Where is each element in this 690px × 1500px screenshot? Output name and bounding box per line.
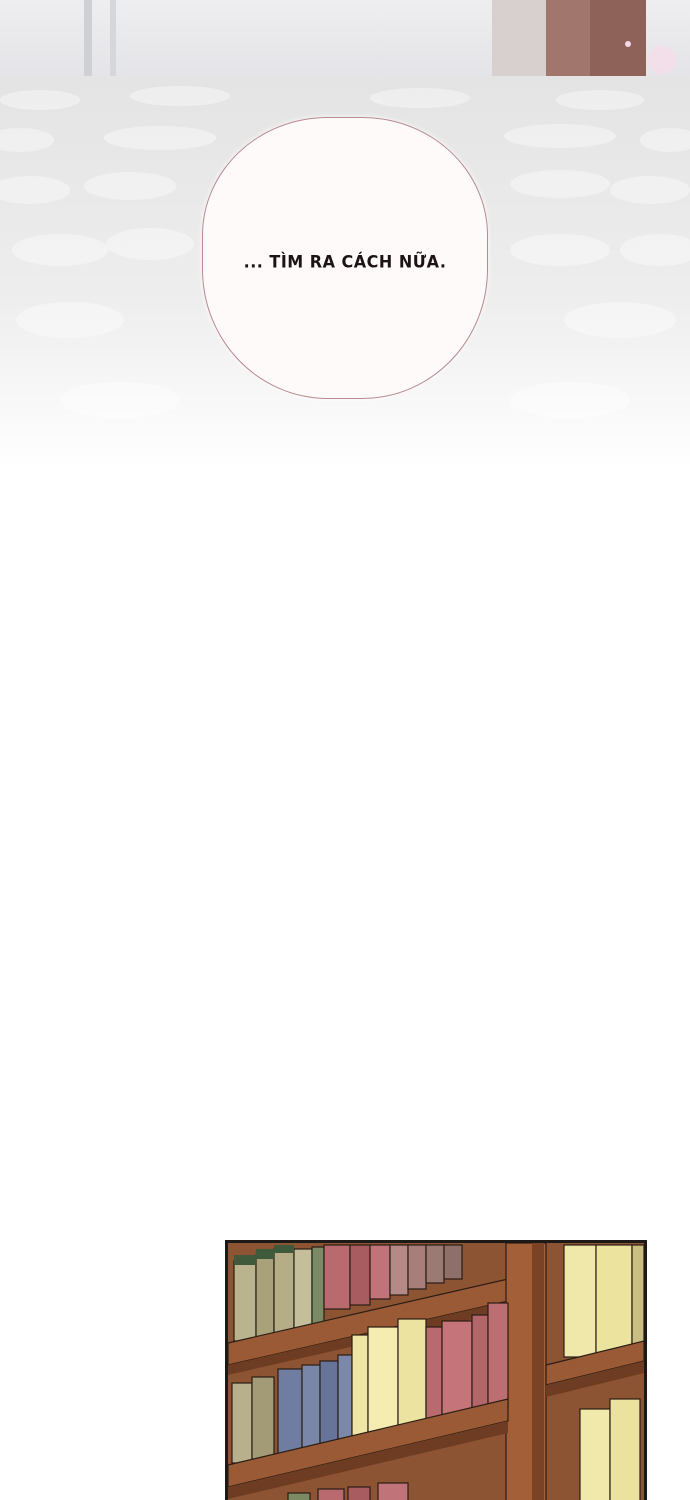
speech-bubble-text: ... TÌM RA CÁCH NỮA. <box>243 250 447 272</box>
speech-bubble: ... TÌM RA CÁCH NỮA. <box>202 117 488 399</box>
scene-panel-top: ... TÌM RA CÁCH NỮA. <box>0 0 690 470</box>
bookshelf-panel <box>225 1240 647 1500</box>
bookshelf-illustration <box>228 1243 644 1500</box>
